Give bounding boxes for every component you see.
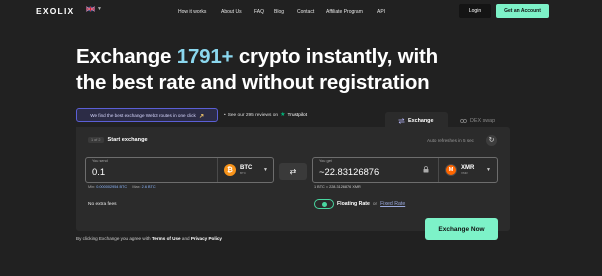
nav-link-how-it-works[interactable]: How it works bbox=[178, 9, 206, 15]
exolix-logo[interactable]: EXOLIX bbox=[36, 6, 74, 16]
get-label: You get bbox=[319, 159, 332, 163]
trustpilot-star-icon: ★ bbox=[280, 112, 286, 118]
hero-title-line2: the best rate and without registration bbox=[76, 71, 430, 94]
banner-text: We find the best exchange Web3 routes in… bbox=[90, 112, 196, 118]
send-field[interactable]: You send 0.1 ₿ BTC BTC ▼ bbox=[85, 157, 274, 183]
send-label: You send bbox=[92, 159, 108, 163]
send-amount-input[interactable]: 0.1 bbox=[92, 166, 105, 177]
step-title: Start exchange bbox=[107, 137, 148, 143]
chevron-down-icon: ▼ bbox=[97, 5, 102, 12]
top-navigation: EXOLIX ▼ How it works About Us FAQ Blog … bbox=[0, 0, 602, 22]
get-field[interactable]: You get ~22.83126876 M XMR XMR ▼ bbox=[312, 157, 498, 183]
xmr-icon: M bbox=[445, 164, 457, 176]
rate-type-selector: Floating Rate or Fixed Rate bbox=[314, 199, 405, 209]
get-currency-network: XMR bbox=[461, 171, 468, 175]
toggle-knob bbox=[321, 201, 327, 207]
terms-of-use-link[interactable]: Terms of Use bbox=[152, 236, 181, 241]
hero-title-line1: Exchange 1791+ crypto instantly, with bbox=[76, 45, 438, 68]
uk-flag-icon bbox=[86, 6, 95, 12]
dex-icon bbox=[460, 118, 467, 123]
exchange-icon bbox=[398, 117, 405, 124]
trustpilot-text: See our 295 reviews on bbox=[227, 112, 279, 118]
auto-refresh-text: Auto refreshes in 5 sec bbox=[427, 138, 474, 143]
send-currency-network: BTC bbox=[240, 171, 246, 175]
swap-arrows-icon: ⇄ bbox=[289, 167, 297, 176]
hero-title: Exchange 1791+ crypto instantly, with th… bbox=[76, 44, 438, 96]
nav-link-affiliate-program[interactable]: Affiliate Program bbox=[326, 9, 363, 15]
floating-rate-option[interactable]: Floating Rate bbox=[337, 201, 370, 207]
get-amount-output: ~22.83126876 bbox=[319, 166, 380, 177]
chevron-down-icon: ▼ bbox=[486, 167, 491, 173]
web3-routes-banner[interactable]: We find the best exchange Web3 routes in… bbox=[76, 108, 218, 122]
rate-or-text: or bbox=[372, 201, 378, 207]
step-badge: 1 of 2 bbox=[88, 137, 104, 143]
privacy-policy-link[interactable]: Privacy Policy bbox=[191, 236, 222, 241]
login-button[interactable]: Login bbox=[459, 4, 491, 18]
min-max-limits: Min: 0.000002954 BTC Max: 2.6 BTC bbox=[88, 185, 156, 189]
max-amount-link[interactable]: 2.6 BTC bbox=[142, 185, 156, 189]
get-account-button[interactable]: Get an Account bbox=[496, 4, 549, 18]
bullet-icon: • bbox=[224, 112, 226, 118]
fixed-rate-option[interactable]: Fixed Rate bbox=[380, 201, 405, 207]
nav-link-contact[interactable]: Contact bbox=[297, 9, 314, 15]
step-header: 1 of 2 Start exchange bbox=[88, 137, 148, 143]
trustpilot-reviews[interactable]: • See our 295 reviews on ★ Trustpilot bbox=[224, 112, 307, 118]
tab-exchange-label: Exchange bbox=[408, 117, 434, 124]
btc-icon: ₿ bbox=[224, 164, 236, 176]
send-currency-selector[interactable]: ₿ BTC BTC ▼ bbox=[217, 158, 274, 182]
swap-button[interactable]: ⇄ bbox=[279, 163, 307, 180]
lock-icon bbox=[423, 166, 429, 173]
pointer-icon bbox=[199, 113, 204, 118]
nav-link-api[interactable]: API bbox=[377, 9, 385, 15]
exchange-now-button[interactable]: Exchange Now bbox=[425, 218, 498, 240]
nav-link-blog[interactable]: Blog bbox=[274, 9, 284, 15]
exchange-widget: 1 of 2 Start exchange Auto refreshes in … bbox=[76, 127, 510, 240]
refresh-icon[interactable]: ↻ bbox=[486, 135, 497, 146]
exchange-rate: 1 BTC = 228.3126876 XMR bbox=[314, 185, 361, 189]
no-extra-fees: No extra fees bbox=[88, 202, 117, 207]
hero-highlight: 1791+ bbox=[176, 45, 234, 68]
terms-text: By clicking Exchange you agree with Term… bbox=[76, 236, 222, 241]
min-amount-link[interactable]: 0.000002954 BTC bbox=[96, 185, 127, 189]
language-selector[interactable]: ▼ bbox=[86, 6, 102, 12]
trustpilot-brand: Trustpilot bbox=[287, 112, 308, 118]
rate-toggle-switch[interactable] bbox=[314, 199, 334, 209]
nav-link-faq[interactable]: FAQ bbox=[254, 9, 264, 15]
tab-dex-label: DEX swap bbox=[470, 117, 496, 124]
get-currency-selector[interactable]: M XMR XMR ▼ bbox=[438, 158, 497, 182]
nav-link-about-us[interactable]: About Us bbox=[221, 9, 242, 15]
chevron-down-icon: ▼ bbox=[263, 167, 268, 173]
